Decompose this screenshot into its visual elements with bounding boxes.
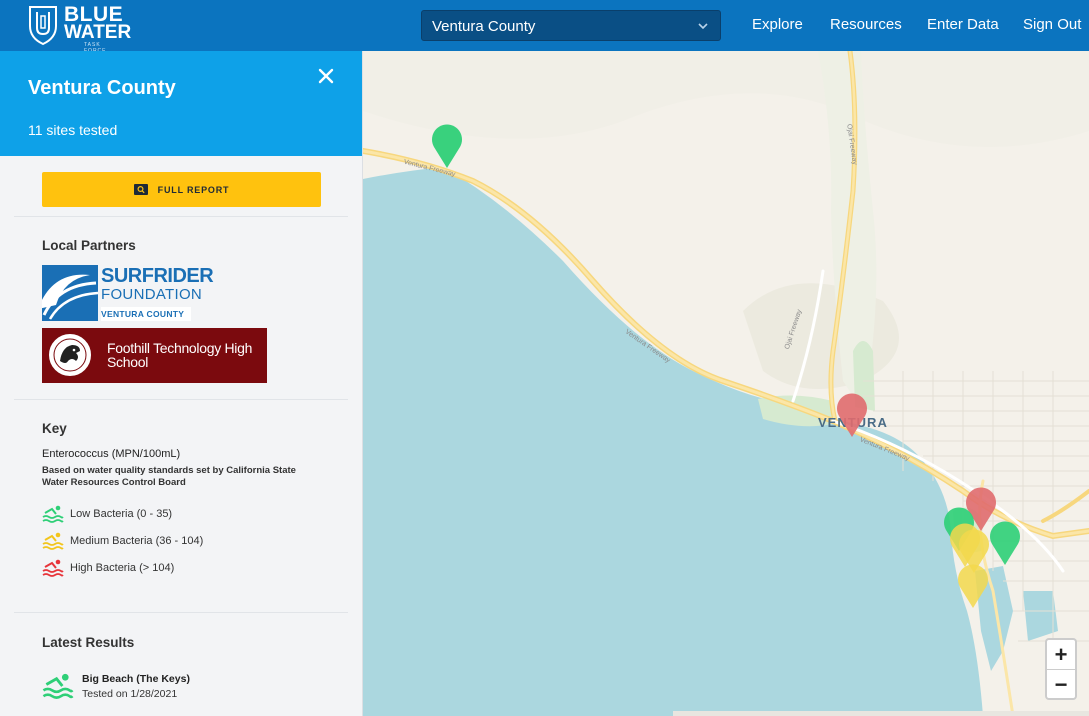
- legend-high: High Bacteria (> 104): [42, 558, 174, 578]
- nav-resources[interactable]: Resources: [830, 16, 902, 33]
- surfrider-logo[interactable]: SURFRIDER FOUNDATION VENTURA COUNTY: [42, 265, 214, 321]
- marker-low-icon[interactable]: [430, 121, 464, 169]
- swimmer-icon-medium: [42, 532, 64, 550]
- sidebar-header: Ventura County 11 sites tested: [0, 51, 362, 156]
- legend-low: Low Bacteria (0 - 35): [42, 504, 172, 524]
- surfrider-foundation: FOUNDATION: [101, 286, 203, 303]
- surfrider-name: SURFRIDER: [101, 265, 214, 287]
- zoom-control: + −: [1045, 638, 1077, 700]
- nav-enter-data[interactable]: Enter Data: [927, 16, 999, 33]
- zoom-out-button[interactable]: −: [1047, 670, 1075, 699]
- sites-tested-count: 11 sites tested: [28, 122, 118, 138]
- divider: [14, 216, 348, 217]
- search-icon: [133, 184, 148, 195]
- marker-medium-icon[interactable]: [956, 561, 990, 609]
- local-partners-heading: Local Partners: [42, 238, 136, 253]
- swimmer-icon-high: [42, 559, 64, 577]
- shield-logo-icon: [29, 6, 57, 46]
- surfrider-wave-icon: [42, 265, 98, 321]
- zoom-in-button[interactable]: +: [1047, 640, 1075, 670]
- blue-water-logo[interactable]: BLUE WATER TASK FORCE: [28, 4, 131, 54]
- result-test-date: Tested on 1/28/2021: [82, 688, 178, 700]
- nav-explore[interactable]: Explore: [752, 16, 803, 33]
- county-title: Ventura County: [28, 77, 176, 99]
- county-select-value: Ventura County: [432, 18, 536, 35]
- result-site-name: Big Beach (The Keys): [82, 673, 190, 685]
- marker-high-icon[interactable]: [835, 390, 869, 438]
- legend-medium-label: Medium Bacteria (36 - 104): [70, 535, 204, 547]
- close-icon[interactable]: [317, 67, 335, 85]
- key-heading: Key: [42, 421, 67, 436]
- county-select[interactable]: Ventura County: [421, 10, 721, 41]
- map-view[interactable]: Ventura Freeway Ventura Freeway Ventura …: [363, 51, 1089, 716]
- county-sidebar: Ventura County 11 sites tested FULL REPO…: [0, 51, 363, 716]
- chevron-down-icon: [698, 23, 708, 30]
- foothill-logo[interactable]: Foothill Technology High School: [42, 328, 267, 383]
- result-item[interactable]: Big Beach (The Keys) Tested on 1/28/2021: [42, 671, 342, 703]
- foothill-name: Foothill Technology High School: [107, 340, 253, 370]
- key-standard: Based on water quality standards set by …: [42, 465, 296, 488]
- divider: [14, 399, 348, 400]
- swimmer-icon-low: [42, 673, 74, 699]
- map-base: [363, 51, 1089, 716]
- brand-line-2: WATER: [64, 22, 132, 43]
- nav-sign-out[interactable]: Sign Out: [1023, 16, 1081, 33]
- surfrider-chapter: VENTURA COUNTY: [101, 307, 191, 321]
- marker-low-icon[interactable]: [988, 518, 1022, 566]
- full-report-label: FULL REPORT: [157, 184, 230, 195]
- legend-low-label: Low Bacteria (0 - 35): [70, 508, 173, 520]
- legend-high-label: High Bacteria (> 104): [70, 562, 175, 574]
- swimmer-icon-low: [42, 505, 64, 523]
- key-measure: Enterococcus (MPN/100mL): [42, 448, 181, 460]
- dragon-seal-icon: [47, 332, 93, 378]
- latest-results-heading: Latest Results: [42, 635, 135, 650]
- top-navbar: BLUE WATER TASK FORCE Ventura County Exp…: [0, 0, 1089, 54]
- full-report-button[interactable]: FULL REPORT: [42, 172, 321, 207]
- legend-medium: Medium Bacteria (36 - 104): [42, 531, 203, 551]
- divider: [14, 612, 348, 613]
